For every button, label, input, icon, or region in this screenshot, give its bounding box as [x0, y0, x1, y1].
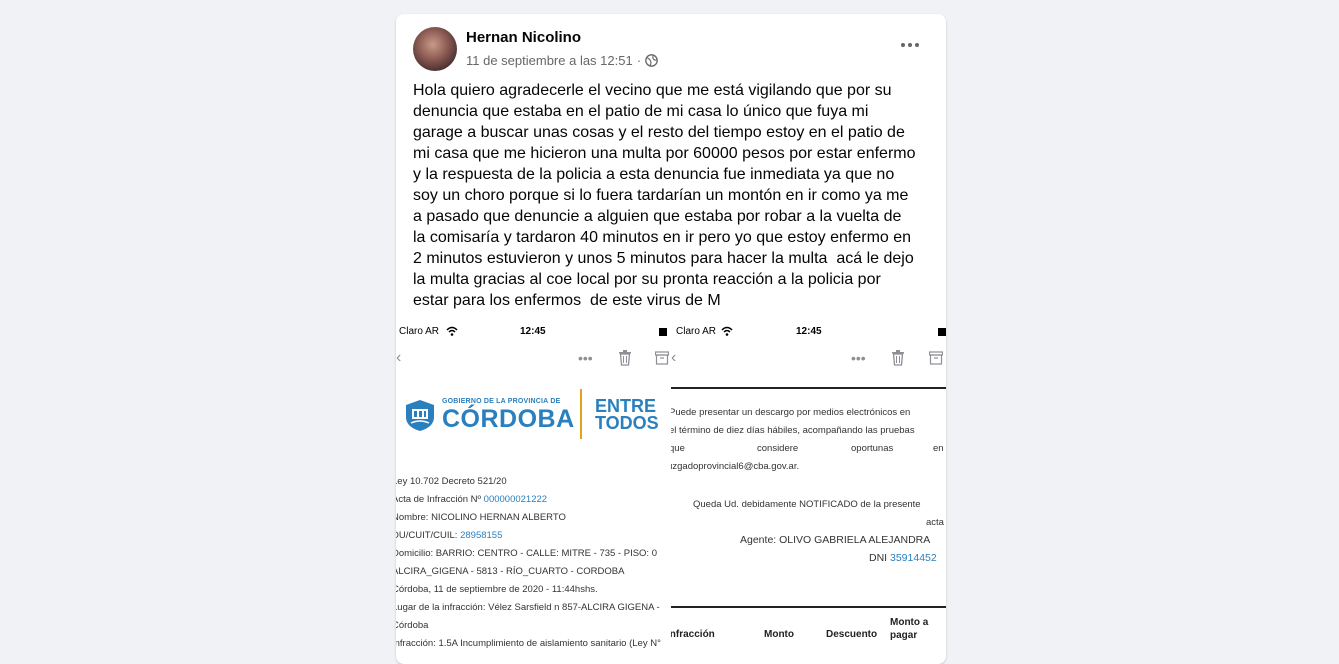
meta-separator: ·	[636, 53, 642, 68]
col-header-descuento: Descuento	[826, 629, 878, 640]
battery-icon	[659, 328, 667, 336]
feed-post: Hernan Nicolino 11 de septiembre a las 1…	[396, 14, 946, 664]
wifi-icon	[446, 326, 458, 339]
descargo-line-3a: que	[671, 443, 685, 454]
doc-line: Ley 10.702 Decreto 521/20	[396, 476, 507, 487]
doc-line: ALCIRA_GIGENA - 5813 - RÍO_CUARTO - CORD…	[396, 566, 625, 577]
phone-status-bar: Claro AR 12:45	[671, 326, 946, 340]
phone-status-bar: Claro AR 12:45	[396, 326, 671, 340]
avatar[interactable]	[413, 27, 457, 71]
descargo-line-3d: en	[933, 443, 944, 454]
carrier-label: Claro AR	[399, 326, 440, 337]
archive-icon	[928, 348, 944, 372]
trash-icon	[618, 348, 632, 372]
doc-line: Córdoba	[396, 620, 429, 631]
dni-number[interactable]: 28958155	[460, 530, 502, 541]
attached-screenshot-right[interactable]: Claro AR 12:45 ‹ ••• Puede presentar un …	[671, 323, 946, 663]
descargo-line-2: el término de diez días hábiles, acompañ…	[671, 425, 915, 436]
doc-line: Nombre: NICOLINO HERNAN ALBERTO	[396, 512, 566, 523]
col-header-pagar-2: pagar	[890, 630, 918, 641]
more-dots-icon: •••	[851, 350, 866, 366]
agent-name: Agente: OLIVO GABRIELA ALEJANDRA	[740, 534, 931, 546]
doc-line: Domicilio: BARRIO: CENTRO - CALLE: MITRE…	[396, 548, 657, 559]
battery-icon	[938, 328, 946, 336]
trash-icon	[891, 348, 905, 372]
slogan-line-2: TODOS	[595, 413, 659, 433]
cordoba-shield-icon	[406, 400, 434, 431]
more-dots-icon: •••	[578, 350, 593, 366]
acta-number[interactable]: 000000021222	[484, 494, 547, 505]
notification-acta: acta	[926, 517, 944, 528]
doc-line: Infracción: 1.5A Incumplimiento de aisla…	[396, 638, 661, 649]
agent-dni-number[interactable]: 35914452	[890, 552, 937, 564]
doc-line: Acta de Infracción Nº 000000021222	[396, 494, 548, 505]
mail-toolbar: ‹ •••	[396, 348, 671, 368]
more-options-icon[interactable]	[892, 34, 928, 56]
divider-rule	[671, 387, 946, 389]
post-author[interactable]: Hernan Nicolino	[466, 29, 581, 46]
slogan: ENTRE TODOS	[595, 397, 659, 433]
descargo-line-3b: considere	[757, 443, 799, 454]
phone-clock: 12:45	[520, 326, 546, 337]
post-meta: 11 de septiembre a las 12:51 ·	[466, 53, 658, 68]
descargo-line-3c: oportunas	[851, 443, 894, 454]
col-header-monto: Monto	[764, 629, 794, 640]
doc-line: DU/CUIT/CUIL: 28958155	[396, 530, 503, 541]
doc-line: Lugar de la infracción: Vélez Sarsfield …	[396, 602, 660, 613]
table-top-rule	[671, 606, 946, 608]
cordoba-logo-header: GOBIERNO DE LA PROVINCIA DE CÓRDOBA ENTR…	[396, 385, 671, 445]
phone-clock: 12:45	[796, 326, 822, 337]
infraction-details: Ley 10.702 Decreto 521/20 Acta de Infrac…	[396, 473, 670, 653]
post-timestamp[interactable]: 11 de septiembre a las 12:51	[466, 53, 633, 68]
province-name: CÓRDOBA	[442, 405, 575, 433]
notification-line: Queda Ud. debidamente NOTIFICADO de la p…	[693, 499, 921, 510]
col-header-pagar-1: Monto a	[890, 617, 929, 628]
post-body-text: Hola quiero agradecerle el vecino que me…	[413, 82, 916, 309]
agent-dni: DNI 35914452	[869, 552, 937, 564]
gov-line: GOBIERNO DE LA PROVINCIA DE	[442, 398, 561, 405]
globe-icon[interactable]	[645, 54, 658, 67]
carrier-label: Claro AR	[676, 326, 717, 337]
logo-divider	[580, 389, 582, 439]
wifi-icon	[721, 326, 733, 339]
mail-toolbar: ‹ •••	[671, 348, 946, 368]
back-chevron-icon: ‹	[671, 349, 677, 366]
email-link[interactable]: juzgadoprovincial6@cba.gov.ar.	[671, 461, 799, 472]
doc-line: Córdoba, 11 de septiembre de 2020 - 11:4…	[396, 584, 598, 595]
post-media[interactable]: Claro AR 12:45 ‹ ••• GOBIERNO DE LA PROV…	[396, 323, 946, 663]
attached-screenshot-left[interactable]: Claro AR 12:45 ‹ ••• GOBIERNO DE LA PROV…	[396, 323, 671, 663]
back-chevron-icon: ‹	[396, 349, 402, 366]
col-header-infraccion: Infracción	[671, 629, 715, 640]
archive-icon	[654, 348, 670, 372]
descargo-line-1: Puede presentar un descargo por medios e…	[671, 407, 911, 418]
